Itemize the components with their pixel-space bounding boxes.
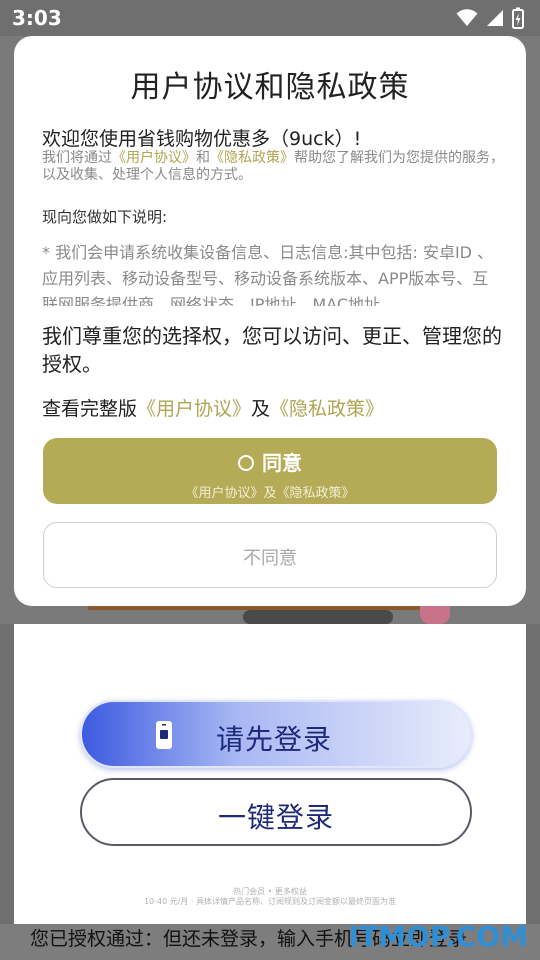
disagree-button-label: 不同意 [243,548,297,569]
intro-prefix: 我们将通过 [42,150,112,166]
signal-icon [486,9,504,31]
radio-circle-icon [238,455,254,471]
welcome-text: 欢迎您使用省钱购物优惠多（9uck）! [42,128,362,150]
intro-and: 和 [196,150,210,166]
agree-button-main: 同意 [43,447,497,476]
status-bar: 3:03 [0,0,540,36]
full-privacy-policy-link[interactable]: 《隐私政策》 [270,398,384,420]
details-scroll-area[interactable]: * 我们会申请系统收集设备信息、日志信息:其中包括: 安卓ID 、应用列表、移动… [42,240,502,306]
agreement-dialog: 用户协议和隐私政策 欢迎您使用省钱购物优惠多（9uck）! 我们将通过《用户协议… [14,36,526,606]
full-version-prefix: 查看完整版 [42,398,138,420]
agree-button[interactable]: 同意 《用户协议》及《隐私政策》 [43,438,497,504]
one-key-login-label: 一键登录 [217,801,334,834]
agree-button-label: 同意 [262,451,302,475]
battery-icon [512,7,524,33]
one-key-login-button[interactable]: 一键登录 [80,778,472,846]
background-login-page [14,624,526,924]
login-button-label: 请先登录 [216,723,333,756]
full-user-agreement-link[interactable]: 《用户协议》 [137,398,251,420]
login-button[interactable]: 请先登录 [80,700,472,768]
dialog-title: 用户协议和隐私政策 [130,70,410,105]
status-time: 3:03 [12,6,62,30]
user-agreement-link[interactable]: 《用户协议》 [112,150,196,166]
full-version-and: 及 [251,398,271,420]
notice-text: 现向您做如下说明: [42,208,168,226]
wifi-icon [456,9,478,31]
fine-print-detail: 10-40 元/月 · 具体详情产品名称、订阅规则及订阅金额以最终页面为准 [143,897,397,906]
background-toast [243,610,393,624]
details-text: * 我们会申请系统收集设备信息、日志信息:其中包括: 安卓ID 、应用列表、移动… [42,243,494,306]
respect-text: 我们尊重您的选择权，您可以访问、更正、管理您的授权。 [42,324,502,376]
watermark: ITMOP.COM [348,920,528,953]
phone-icon [154,720,174,754]
agree-button-sublabel: 《用户协议》及《隐私政策》 [185,486,355,501]
intro-text: 我们将通过《用户协议》和《隐私政策》帮助您了解我们为您提供的服务，以及收集、处理… [42,150,512,184]
disagree-button[interactable]: 不同意 [43,522,497,588]
full-version-text: 查看完整版《用户协议》及《隐私政策》 [42,394,384,421]
status-icons [456,7,524,33]
privacy-policy-link[interactable]: 《隐私政策》 [210,150,294,166]
